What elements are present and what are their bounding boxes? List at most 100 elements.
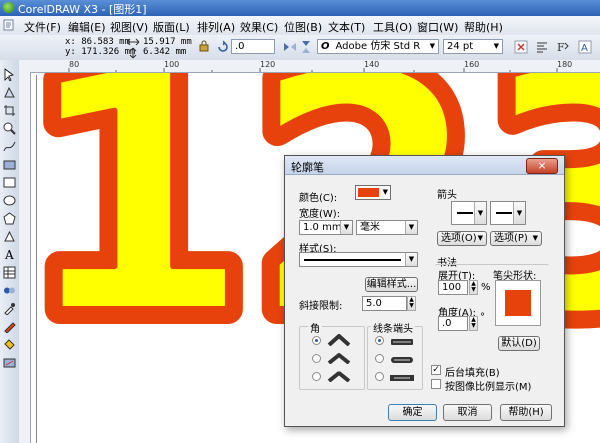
title-bar: CorelDRAW X3 - [图形1] (0, 0, 600, 16)
property-bar: x: 86.583 mm y: 171.326 mm 15.917 mm 6.3… (0, 35, 600, 61)
document-icon[interactable] (3, 19, 15, 31)
menu-layout[interactable]: 版面(L) (153, 19, 190, 35)
edit-style-button[interactable]: 编辑样式... (365, 277, 418, 292)
y-position[interactable]: y: 171.326 mm (65, 47, 135, 57)
menu-window[interactable]: 窗口(W) (417, 19, 458, 35)
mirror-horizontal-icon[interactable] (283, 40, 297, 54)
lock-ratio-icon[interactable] (198, 39, 212, 53)
square-cap-icon (390, 372, 414, 385)
chevron-down-icon: ▼ (340, 221, 352, 234)
default-nib-button[interactable]: 默认(D) (498, 336, 540, 351)
start-arrow-select[interactable]: ▼ (451, 201, 487, 225)
menu-file[interactable]: 文件(F) (24, 19, 61, 35)
scale-with-image-label[interactable]: 按图像比例显示(M) (445, 378, 531, 393)
miter-corner-radio[interactable] (312, 336, 321, 345)
close-button[interactable]: × (526, 158, 558, 174)
miter-limit-input[interactable]: 5.0 (362, 296, 407, 311)
nib-shape-preview[interactable] (495, 280, 541, 326)
mirror-vertical-icon[interactable] (299, 40, 313, 54)
text-tool-icon[interactable]: A (3, 248, 16, 262)
angle-spinner[interactable]: ▲ ▼ (469, 316, 478, 331)
bevel-corner-radio[interactable] (312, 372, 321, 381)
menu-arrange[interactable]: 排列(A) (197, 19, 235, 35)
chevron-down-icon: ▼ (382, 188, 388, 196)
chevron-down-icon: ▼ (493, 42, 499, 50)
width-select[interactable]: 1.0 mm ▼ (299, 220, 353, 235)
shape-tool-icon[interactable] (3, 86, 16, 99)
dialog-title-bar[interactable]: 轮廓笔 × (285, 156, 564, 175)
polygon-tool-icon[interactable] (3, 212, 16, 225)
menu-help[interactable]: 帮助(H) (464, 19, 503, 35)
square-cap-radio[interactable] (375, 372, 384, 381)
object-height[interactable]: 6.342 mm (143, 47, 186, 57)
color-picker-button[interactable]: ▼ (355, 185, 391, 200)
object-width[interactable]: 15.917 mm (143, 37, 192, 47)
freehand-tool-icon[interactable] (3, 140, 16, 153)
edit-text-icon[interactable]: A (578, 40, 592, 54)
arrow-options-right-button[interactable]: 选项(P) ▼ (490, 231, 542, 246)
menu-tools[interactable]: 工具(O) (373, 19, 412, 35)
unit-select[interactable]: 毫米 ▼ (356, 220, 418, 235)
zoom-tool-icon[interactable] (3, 122, 16, 135)
rectangle-tool-icon[interactable] (3, 176, 16, 189)
ellipse-tool-icon[interactable] (3, 194, 16, 207)
basic-shapes-icon[interactable] (3, 230, 16, 243)
eyedropper-tool-icon[interactable] (3, 302, 16, 316)
crop-tool-icon[interactable] (3, 104, 16, 117)
line-style-select[interactable]: ▼ (299, 252, 418, 267)
interactive-fill-icon[interactable] (3, 356, 16, 369)
end-arrow-select[interactable]: ▼ (490, 201, 526, 225)
outline-pen-dialog: 轮廓笔 × 颜色(C): ▼ 宽度(W): 1.0 mm ▼ 毫米 ▼ 样式(S):… (284, 155, 565, 427)
arrow-options-left-button[interactable]: 选项(O) ▼ (437, 231, 487, 246)
color-label: 颜色(C): (299, 193, 338, 204)
cancel-button[interactable]: 取消 (443, 404, 492, 421)
stretch-spinner[interactable]: ▲ ▼ (469, 280, 478, 295)
menu-view[interactable]: 视图(V) (110, 19, 148, 35)
chevron-down-icon: ▼ (513, 202, 525, 224)
ok-button[interactable]: 确定 (388, 404, 437, 421)
angle-input[interactable]: .0 (438, 316, 468, 331)
chevron-down-icon: ▼ (405, 221, 417, 234)
bold-icon[interactable] (514, 40, 528, 54)
interactive-blend-icon[interactable] (3, 284, 16, 297)
close-icon: × (537, 159, 547, 172)
outline-tool-icon[interactable] (3, 320, 16, 334)
vertical-ruler[interactable] (19, 72, 31, 443)
round-corner-icon (327, 352, 351, 367)
arrows-label: 箭头 (437, 190, 457, 201)
toolbox: A (0, 60, 20, 443)
horizontal-ruler[interactable]: 80 100 120 140 160 180 (19, 60, 600, 73)
smart-fill-icon[interactable] (3, 158, 16, 171)
butt-cap-icon (390, 336, 414, 349)
svg-text:F: F (557, 41, 565, 54)
scale-with-image-checkbox[interactable] (431, 379, 441, 389)
stretch-input[interactable]: 100 (438, 280, 468, 295)
menu-bitmaps[interactable]: 位图(B) (284, 19, 322, 35)
behind-fill-checkbox[interactable]: ✓ (431, 365, 441, 375)
line-caps-label: 线条端头 (371, 320, 415, 335)
rotate-icon (216, 40, 230, 54)
pick-tool-icon[interactable] (3, 68, 16, 82)
help-button[interactable]: 帮助(H) (500, 404, 552, 421)
menu-text[interactable]: 文本(T) (328, 19, 365, 35)
behind-fill-label[interactable]: 后台填充(B) (445, 364, 500, 379)
menu-effects[interactable]: 效果(C) (240, 19, 278, 35)
fill-tool-icon[interactable] (3, 338, 16, 351)
table-tool-icon[interactable] (3, 266, 16, 279)
font-size-select[interactable]: 24 pt ▼ (443, 39, 503, 54)
align-icon[interactable] (535, 40, 549, 54)
page-border (36, 75, 37, 443)
butt-cap-radio[interactable] (375, 336, 384, 345)
bevel-corner-icon (327, 370, 351, 385)
font-name-select[interactable]: O Adobe 仿宋 Std R ▼ (317, 39, 439, 54)
menu-edit[interactable]: 编辑(E) (68, 19, 106, 35)
rotation-input[interactable]: .0 (231, 39, 275, 54)
round-corner-radio[interactable] (312, 354, 321, 363)
ruler-ticks (68, 68, 558, 72)
round-cap-radio[interactable] (375, 354, 384, 363)
solid-line-preview (304, 259, 401, 261)
character-format-icon[interactable]: F (556, 40, 570, 54)
miter-spinner[interactable]: ▲ ▼ (407, 296, 416, 311)
x-position[interactable]: x: 86.583 mm (65, 37, 130, 47)
height-arrow-icon (128, 47, 142, 61)
